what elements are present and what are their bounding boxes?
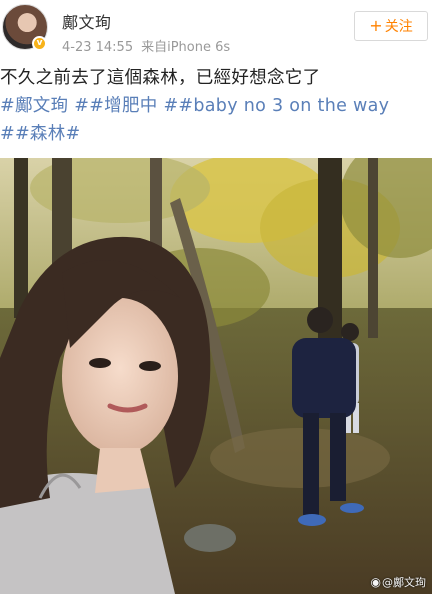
post-source: 来自iPhone 6s	[141, 40, 231, 55]
hashtag-line: ##森林#	[0, 120, 432, 148]
hashtag[interactable]: ##baby no 3 on the way	[163, 96, 389, 116]
post-meta: 4-23 14:55 来自iPhone 6s	[62, 36, 230, 55]
weibo-logo-icon: ◉	[370, 575, 381, 589]
follow-button-label: 关注	[384, 19, 413, 35]
hashtag-line: #鄺文珣 ##增肥中 ##baby no 3 on the way	[0, 92, 432, 120]
hashtag[interactable]: #鄺文珣	[0, 96, 68, 116]
post-text-line: 不久之前去了這個森林，已經好想念它了	[0, 68, 321, 88]
watermark: ◉@鄺文珣	[371, 574, 426, 590]
weibo-post: v 鄺文珣 4-23 14:55 来自iPhone 6s + 关注 不久之前去了這個…	[0, 0, 432, 594]
hashtag[interactable]: ##森林#	[0, 124, 81, 144]
verified-badge-icon: v	[32, 36, 47, 51]
plus-icon: +	[369, 16, 383, 35]
forest-selfie-image	[0, 158, 432, 594]
post-photo[interactable]: ◉@鄺文珣	[0, 158, 432, 594]
username[interactable]: 鄺文珣	[62, 9, 112, 33]
post-text: 不久之前去了這個森林，已經好想念它了 #鄺文珣 ##增肥中 ##baby no …	[0, 64, 432, 148]
follow-button[interactable]: + 关注	[354, 11, 428, 41]
watermark-text: @鄺文珣	[382, 576, 426, 589]
post-date: 4-23 14:55	[62, 40, 134, 55]
hashtag[interactable]: ##增肥中	[74, 96, 157, 116]
